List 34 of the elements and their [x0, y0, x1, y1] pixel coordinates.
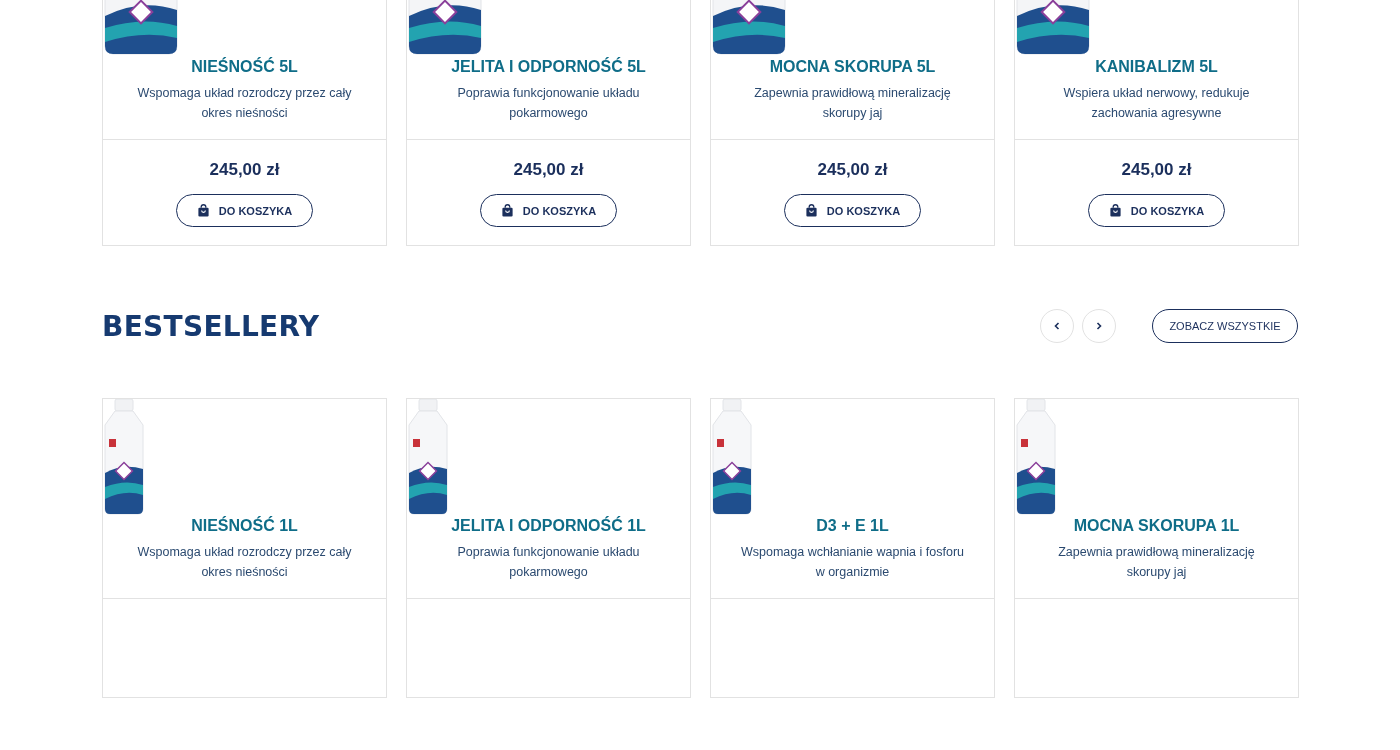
product-name[interactable]: MOCNA SKORUPA 1L [1073, 515, 1240, 537]
product-description: Poprawia funkcjonowanie układu pokarmowego [456, 544, 641, 581]
product-description: Wspomaga układ rozrodczy przez cały okres nieśności [136, 85, 353, 122]
product-price: 245,00 zł [513, 160, 584, 180]
add-to-cart-button[interactable]: DO KOSZYKA [1088, 194, 1225, 227]
product-description: Wspomaga wchłanianie wapnia i fosforu w organizmie [739, 544, 965, 581]
product-price: 245,00 zł [209, 160, 280, 180]
section-heading: BESTSELLERY [102, 309, 320, 343]
next-button[interactable] [1082, 309, 1116, 343]
shopping-bag-icon [500, 204, 514, 217]
product-description: Wspiera układ nerwowy, redukuje zachowania agresywne [1062, 85, 1251, 122]
product-description: Zapewnia prawidłową mineralizację skorupy jaj [753, 85, 952, 122]
add-to-cart-button[interactable]: DO KOSZYKA [784, 194, 921, 227]
shopping-bag-icon [1108, 204, 1122, 217]
product-name[interactable]: NIEŚNOŚĆ 1L [191, 515, 298, 537]
add-to-cart-button[interactable]: DO KOSZYKA [176, 194, 313, 227]
shopping-bag-icon [804, 204, 818, 217]
product-name[interactable]: JELITA I ODPORNOŚĆ 5L [451, 56, 646, 78]
chevron-right-icon [1094, 321, 1104, 331]
product-price: 245,00 zł [817, 160, 888, 180]
chevron-left-icon [1052, 321, 1062, 331]
add-to-cart-button[interactable]: DO KOSZYKA [480, 194, 617, 227]
product-description: Poprawia funkcjonowanie układu pokarmowego [456, 85, 641, 122]
see-all-button[interactable]: ZOBACZ WSZYSTKIE [1152, 309, 1298, 343]
product-name[interactable]: MOCNA SKORUPA 5L [769, 56, 936, 78]
product-price: 245,00 zł [1121, 160, 1192, 180]
previous-button[interactable] [1040, 309, 1074, 343]
product-name[interactable]: KANIBALIZM 5L [1095, 56, 1218, 78]
product-name[interactable]: JELITA I ODPORNOŚĆ 1L [451, 515, 646, 537]
product-name[interactable]: NIEŚNOŚĆ 5L [191, 56, 298, 78]
product-description: Wspomaga układ rozrodczy przez cały okres nieśności [136, 544, 353, 581]
product-description: Zapewnia prawidłową mineralizację skorupy jaj [1057, 544, 1256, 581]
product-name[interactable]: D3 + E 1L [816, 515, 889, 537]
shopping-bag-icon [196, 204, 210, 217]
